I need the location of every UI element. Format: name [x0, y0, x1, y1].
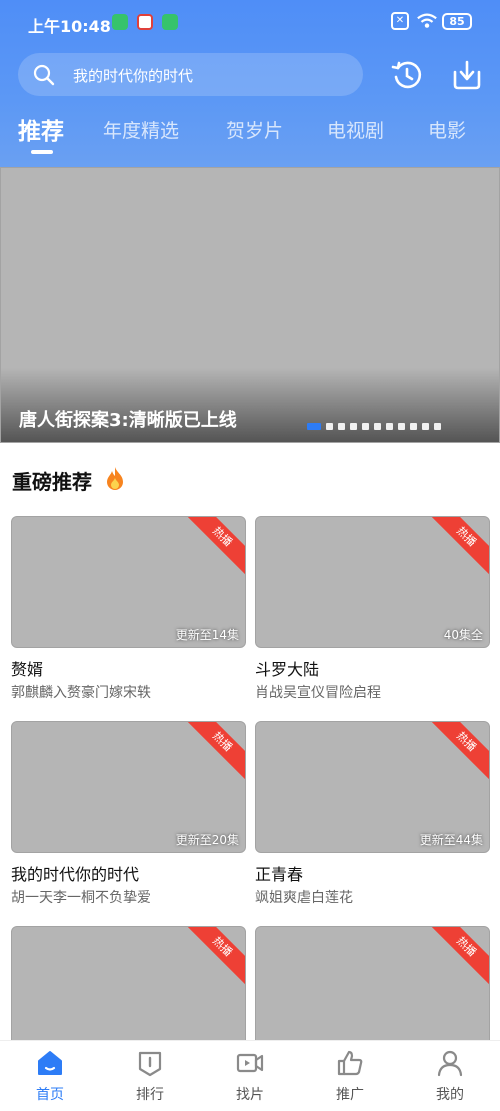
nav-home[interactable]: 首页: [0, 1041, 100, 1111]
wifi-icon: [417, 13, 437, 28]
video-thumbnail: 热播 40集全: [255, 516, 490, 648]
profile-icon: [437, 1050, 463, 1077]
app-notification-icon: [112, 14, 128, 30]
banner-dot[interactable]: [350, 422, 357, 430]
tab-recommend[interactable]: 推荐: [18, 112, 64, 146]
episode-status: 更新至14集: [175, 628, 239, 642]
tab-tv-series[interactable]: 电视剧: [327, 116, 384, 143]
nav-label: 首页: [36, 1087, 64, 1103]
nav-label: 我的: [436, 1087, 464, 1103]
status-time: 上午10:48: [28, 17, 111, 36]
banner-dot[interactable]: [386, 422, 393, 430]
banner-dot[interactable]: [422, 422, 429, 430]
video-card[interactable]: 热播 更新至14集 赘婿 郭麒麟入赘豪门嫁宋轶: [11, 516, 246, 702]
search-bar[interactable]: 我的时代你的时代: [18, 53, 363, 96]
video-camera-icon: [236, 1053, 264, 1073]
video-card[interactable]: 热播 更新至20集 我的时代你的时代 胡一天李一桐不负挚爱: [11, 721, 246, 907]
history-icon[interactable]: [390, 58, 424, 92]
battery-indicator: 85: [442, 13, 472, 30]
video-title: 正青春: [255, 865, 304, 884]
app-notification-icon: [137, 14, 153, 30]
banner-dot[interactable]: [307, 422, 321, 430]
episode-status: 40集全: [443, 628, 483, 642]
episode-status: 更新至44集: [419, 833, 483, 847]
video-subtitle: 胡一天李一桐不负挚爱: [11, 890, 151, 906]
banner-dot[interactable]: [398, 422, 405, 430]
tab-annual-picks[interactable]: 年度精选: [103, 116, 179, 143]
nav-profile[interactable]: 我的: [400, 1041, 500, 1111]
download-icon[interactable]: [450, 58, 484, 92]
banner-dot[interactable]: [434, 422, 441, 430]
video-card[interactable]: 热播: [255, 926, 490, 1058]
banner-dot[interactable]: [410, 422, 417, 430]
video-thumbnail: 热播 更新至14集: [11, 516, 246, 648]
nav-promote[interactable]: 推广: [300, 1041, 400, 1111]
bottom-navigation: 首页 排行 找片 推广 我的: [0, 1040, 500, 1111]
hot-badge: 热播: [183, 927, 245, 986]
video-card[interactable]: 热播: [11, 926, 246, 1058]
hot-badge: 热播: [183, 517, 245, 576]
video-card[interactable]: 热播 40集全 斗罗大陆 肖战吴宣仪冒险启程: [255, 516, 490, 702]
ranking-icon: [138, 1051, 162, 1077]
category-tabs: 推荐 年度精选 贺岁片 电视剧 电影: [0, 110, 500, 160]
search-icon: [33, 64, 55, 86]
video-subtitle: 郭麒麟入赘豪门嫁宋轶: [11, 685, 151, 701]
tab-new-year-films[interactable]: 贺岁片: [226, 116, 283, 143]
nav-label: 推广: [336, 1087, 364, 1103]
banner-caption: 唐人街探案3:清晰版已上线: [19, 410, 237, 431]
nav-ranking[interactable]: 排行: [100, 1041, 200, 1111]
section-title: 重磅推荐: [12, 470, 92, 494]
nav-label: 找片: [236, 1087, 264, 1103]
video-card[interactable]: 热播 更新至44集 正青春 飒姐爽虐白莲花: [255, 721, 490, 907]
banner-dot[interactable]: [374, 422, 381, 430]
nav-find-movies[interactable]: 找片: [200, 1041, 300, 1111]
fire-icon: [107, 467, 123, 490]
video-thumbnail: 热播: [255, 926, 490, 1058]
video-subtitle: 肖战吴宣仪冒险启程: [255, 685, 381, 701]
episode-status: 更新至20集: [175, 833, 239, 847]
video-title: 赘婿: [11, 660, 44, 679]
banner-pagination: [307, 422, 441, 430]
hot-badge: 热播: [427, 927, 489, 986]
banner-dot[interactable]: [362, 422, 369, 430]
hot-badge: 热播: [427, 722, 489, 781]
header: 上午10:48 ✕ 85 我的时代你的时代 推荐 年度精选 贺岁片 电视剧 电影: [0, 0, 500, 167]
video-subtitle: 飒姐爽虐白莲花: [255, 890, 353, 906]
featured-banner[interactable]: 唐人街探案3:清晰版已上线: [0, 167, 500, 443]
banner-dot[interactable]: [338, 422, 345, 430]
hot-badge: 热播: [183, 722, 245, 781]
hot-badge: 热播: [427, 517, 489, 576]
home-icon: [38, 1051, 62, 1075]
search-placeholder: 我的时代你的时代: [73, 67, 194, 85]
banner-dot[interactable]: [326, 422, 333, 430]
video-thumbnail: 热播 更新至44集: [255, 721, 490, 853]
video-thumbnail: 热播 更新至20集: [11, 721, 246, 853]
status-bar: 上午10:48 ✕ 85: [0, 0, 500, 46]
video-title: 斗罗大陆: [255, 660, 320, 679]
nav-label: 排行: [136, 1087, 164, 1103]
mute-icon: ✕: [391, 12, 409, 30]
download-notification-icon: [162, 14, 178, 30]
thumbs-up-icon: [337, 1050, 363, 1076]
active-tab-indicator: [31, 150, 53, 154]
video-title: 我的时代你的时代: [11, 865, 140, 884]
video-thumbnail: 热播: [11, 926, 246, 1058]
tab-movies[interactable]: 电影: [428, 116, 466, 143]
